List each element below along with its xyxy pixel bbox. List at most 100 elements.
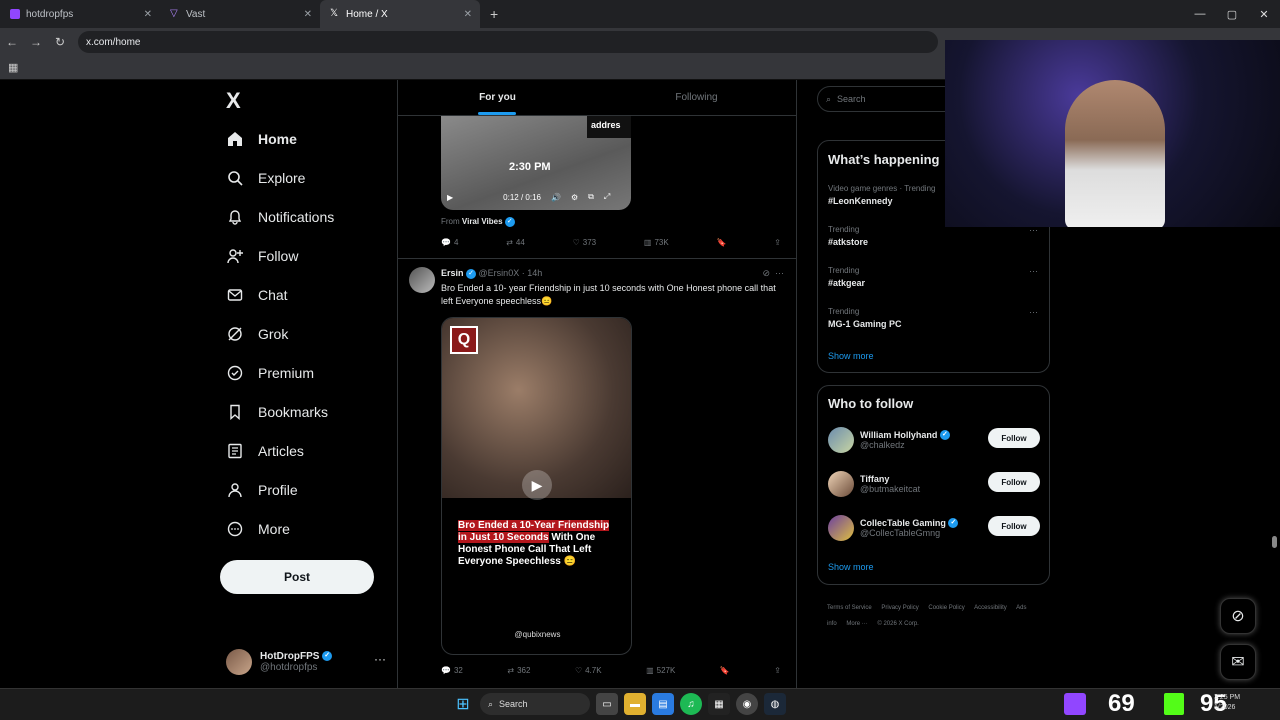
kick-tray-icon[interactable] — [1164, 693, 1184, 715]
system-clock[interactable]: 3:25 PM 1/2026 — [1214, 693, 1240, 713]
verified-badge-icon: ✓ — [466, 268, 477, 279]
footer-link[interactable]: Accessibility — [974, 605, 1007, 611]
spotify-icon[interactable]: ♫ — [680, 693, 702, 715]
sidebar-item-follow[interactable]: Follow — [226, 247, 298, 265]
bookmark-button[interactable]: 🔖 — [720, 666, 730, 675]
twitch-tray-icon[interactable] — [1064, 693, 1086, 715]
views-button[interactable]: ▥ 527K — [646, 666, 675, 675]
search-placeholder: Search — [837, 94, 866, 104]
url-field[interactable]: x.com/home — [78, 31, 938, 53]
follow-suggestion[interactable]: CollecTable Gaming ✓ @CollecTableGmng Fo… — [828, 512, 1040, 544]
reply-button[interactable]: 💬 32 — [441, 666, 463, 675]
tweet-video[interactable]: Q ▶ Bro Ended a 10-Year Friendship in Ju… — [441, 317, 632, 655]
sidebar-item-notifications[interactable]: Notifications — [226, 208, 334, 226]
hud-icon[interactable]: ▦ — [708, 693, 730, 715]
tweet-video[interactable]: addres 2:30 PM ▶ 0:12 / 0:16 🔊 ⚙ ⧉ ⤢ — [441, 116, 631, 210]
close-icon[interactable]: ✕ — [464, 9, 472, 20]
taskbar-search[interactable]: ⌕ Search — [480, 693, 590, 715]
sidebar-item-chat[interactable]: Chat — [226, 286, 288, 304]
footer-link[interactable]: Privacy Policy — [881, 605, 918, 611]
trend-item[interactable]: Trending #atkstore ··· — [828, 225, 1038, 247]
sidebar-item-more[interactable]: More — [226, 520, 290, 538]
x-logo[interactable]: X — [226, 88, 241, 114]
share-button[interactable]: ⇪ — [774, 238, 781, 247]
timeline: For you Following addres 2:30 PM ▶ 0:12 … — [397, 80, 797, 688]
tab-for-you[interactable]: For you — [398, 80, 597, 115]
sidebar-item-profile[interactable]: Profile — [226, 481, 298, 499]
back-button[interactable]: ← — [0, 35, 24, 49]
scrollbar[interactable] — [1272, 536, 1277, 548]
steam-icon[interactable]: ◍ — [764, 693, 786, 715]
close-icon[interactable]: ✕ — [304, 9, 312, 20]
follow-button[interactable]: Follow — [988, 472, 1040, 492]
sidebar-item-bookmarks[interactable]: Bookmarks — [226, 403, 328, 421]
tab-home-x[interactable]: 𝕏 Home / X ✕ — [320, 0, 480, 28]
sidebar-item-label: Articles — [258, 443, 304, 459]
show-more-link[interactable]: Show more — [828, 562, 874, 572]
repost-button[interactable]: ⇄ 44 — [506, 238, 525, 247]
like-button[interactable]: ♡ 373 — [573, 238, 597, 247]
pip-icon[interactable]: ⧉ — [588, 192, 594, 202]
author-name[interactable]: Ersin — [441, 268, 464, 278]
share-button[interactable]: ⇪ — [774, 666, 781, 675]
new-tab-button[interactable]: + — [490, 6, 498, 22]
grok-float-button[interactable]: ⊘ — [1220, 598, 1256, 634]
task-view-icon[interactable]: ▭ — [596, 693, 618, 715]
home-icon — [226, 130, 244, 148]
trend-item[interactable]: Trending MG-1 Gaming PC ··· — [828, 307, 1038, 329]
source-account-link[interactable]: Viral Vibes — [462, 217, 503, 226]
sidebar-item-premium[interactable]: Premium — [226, 364, 314, 382]
reload-button[interactable]: ↻ — [48, 35, 72, 49]
forward-button[interactable]: → — [24, 35, 48, 49]
maximize-button[interactable]: ▢ — [1216, 0, 1248, 28]
sidebar-item-explore[interactable]: Explore — [226, 169, 305, 187]
like-button[interactable]: ♡ 4.7K — [575, 666, 602, 675]
follow-suggestion[interactable]: William Hollyhand ✓ @chalkedz Follow — [828, 424, 1040, 456]
post-button[interactable]: Post — [220, 560, 374, 594]
search-input[interactable]: ⌕ Search — [817, 86, 957, 112]
play-icon[interactable]: ▶ — [522, 470, 552, 500]
more-dots-icon[interactable]: ··· — [1029, 266, 1038, 276]
more-circle-icon — [226, 520, 244, 538]
follow-button[interactable]: Follow — [988, 516, 1040, 536]
footer-link[interactable]: Cookie Policy — [928, 605, 964, 611]
sidebar-item-home[interactable]: Home — [226, 130, 297, 148]
trend-item[interactable]: Trending #atkgear ··· — [828, 266, 1038, 288]
footer-link[interactable]: More ··· — [846, 621, 867, 627]
show-more-link[interactable]: Show more — [828, 351, 874, 361]
tab-following[interactable]: Following — [597, 80, 796, 115]
footer-link[interactable]: Terms of Service — [827, 605, 872, 611]
chrome-icon[interactable]: ◉ — [736, 693, 758, 715]
file-explorer-icon[interactable]: ▬ — [624, 693, 646, 715]
window-controls: — ▢ ✕ — [1184, 0, 1280, 28]
more-dots-icon[interactable]: ··· — [374, 652, 386, 666]
notepad-icon[interactable]: ▤ — [652, 693, 674, 715]
follow-suggestion[interactable]: Tiffany @butmakeitcat Follow — [828, 468, 1040, 500]
bookmark-button[interactable]: 🔖 — [716, 238, 726, 247]
apps-grid-icon[interactable]: ▦ — [8, 61, 18, 74]
volume-icon[interactable]: 🔊 — [551, 193, 561, 202]
close-window-button[interactable]: ✕ — [1248, 0, 1280, 28]
avatar[interactable] — [409, 267, 435, 293]
twitch-icon — [10, 9, 20, 19]
account-switcher[interactable]: HotDropFPS ✓ @hotdropfps ··· — [226, 642, 386, 682]
more-dots-icon[interactable]: ··· — [1029, 307, 1038, 317]
grok-icon[interactable]: ⊘ — [762, 268, 770, 278]
settings-icon[interactable]: ⚙ — [571, 193, 578, 202]
close-icon[interactable]: ✕ — [144, 9, 152, 20]
messages-float-button[interactable]: ✉ — [1220, 644, 1256, 680]
reply-button[interactable]: 💬 4 — [441, 238, 458, 247]
sidebar-item-articles[interactable]: Articles — [226, 442, 304, 460]
tab-hotdropfps[interactable]: hotdropfps ✕ — [0, 0, 160, 28]
fullscreen-icon[interactable]: ⤢ — [604, 192, 610, 202]
play-icon[interactable]: ▶ — [447, 193, 453, 202]
more-dots-icon[interactable]: ··· — [775, 268, 784, 278]
sidebar-item-grok[interactable]: Grok — [226, 325, 288, 343]
minimize-button[interactable]: — — [1184, 0, 1216, 28]
tab-label: hotdropfps — [26, 8, 74, 20]
repost-button[interactable]: ⇄ 362 — [507, 666, 530, 675]
windows-start-icon[interactable]: ⊞ — [452, 693, 474, 715]
follow-button[interactable]: Follow — [988, 428, 1040, 448]
views-button[interactable]: ▥ 73K — [644, 238, 669, 247]
tab-vast[interactable]: ▽ Vast ✕ — [160, 0, 320, 28]
